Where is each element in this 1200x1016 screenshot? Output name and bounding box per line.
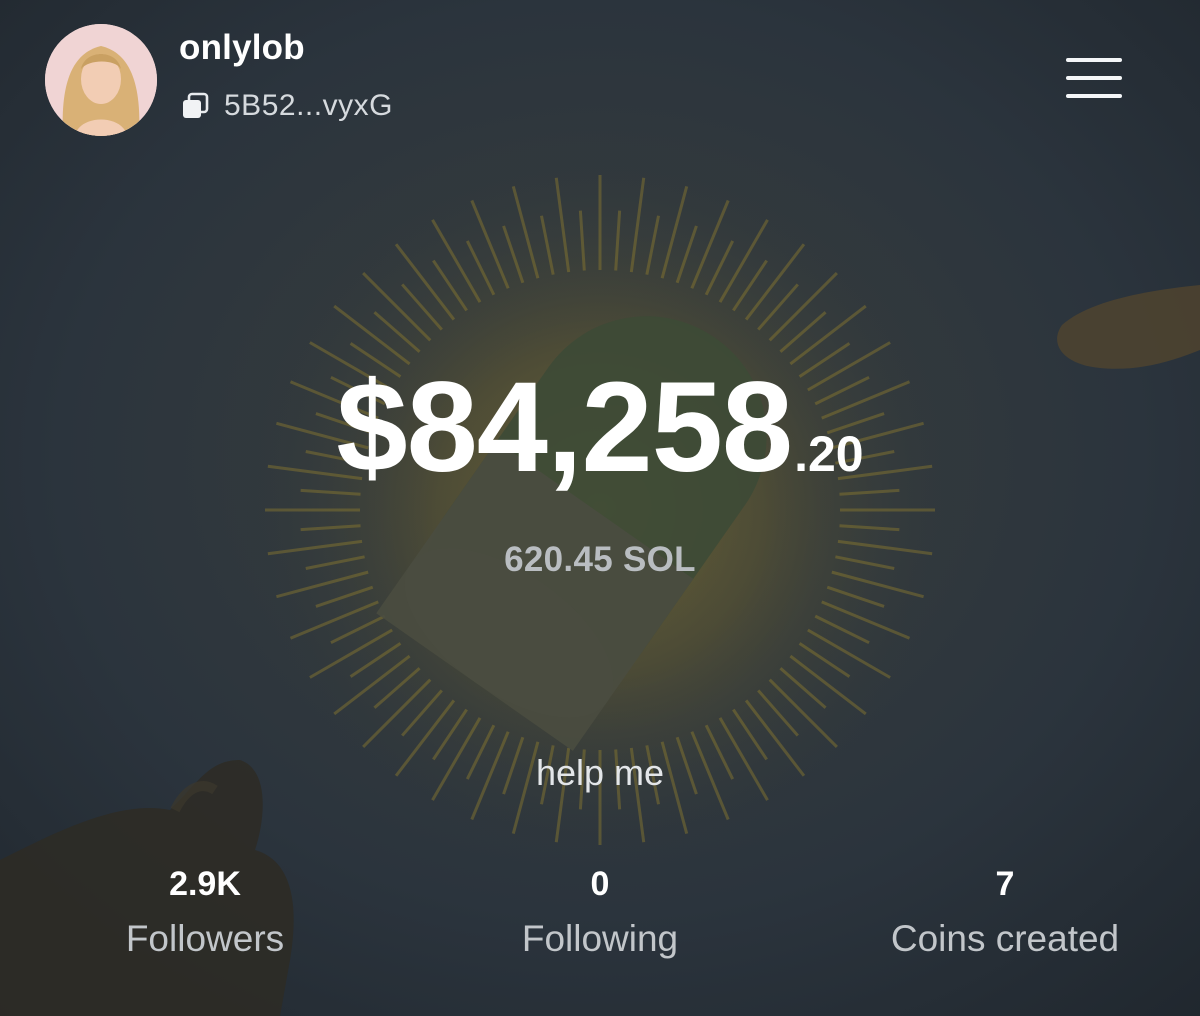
followers-label: Followers xyxy=(125,918,285,959)
followers-stat[interactable]: 2.9K Followers xyxy=(35,864,375,960)
balance-dollars: $84,258 xyxy=(336,356,793,499)
balance-display: $84,258.20 xyxy=(0,364,1200,492)
wallet-address: 5B52...vyxG xyxy=(224,89,393,122)
following-stat[interactable]: 0 Following xyxy=(430,864,770,960)
coins-created-count: 7 xyxy=(995,865,1015,903)
menu-line xyxy=(1066,58,1122,62)
menu-line xyxy=(1066,94,1122,98)
menu-line xyxy=(1066,76,1122,80)
wallet-address-row[interactable]: 5B52...vyxG xyxy=(180,88,393,124)
coins-created-stat[interactable]: 7 Coins created xyxy=(835,864,1175,960)
profile-bio: help me xyxy=(535,752,665,793)
hamburger-menu-icon[interactable] xyxy=(1062,55,1126,105)
username: onlylob xyxy=(179,28,305,67)
balance-cents: .20 xyxy=(794,426,864,482)
sol-balance: 620.45 SOL xyxy=(504,540,696,579)
following-count: 0 xyxy=(590,865,610,903)
avatar[interactable] xyxy=(45,24,157,136)
copy-icon[interactable] xyxy=(180,91,210,121)
following-label: Following xyxy=(521,918,679,959)
followers-count: 2.9K xyxy=(169,865,241,903)
coins-created-label: Coins created xyxy=(890,918,1120,959)
